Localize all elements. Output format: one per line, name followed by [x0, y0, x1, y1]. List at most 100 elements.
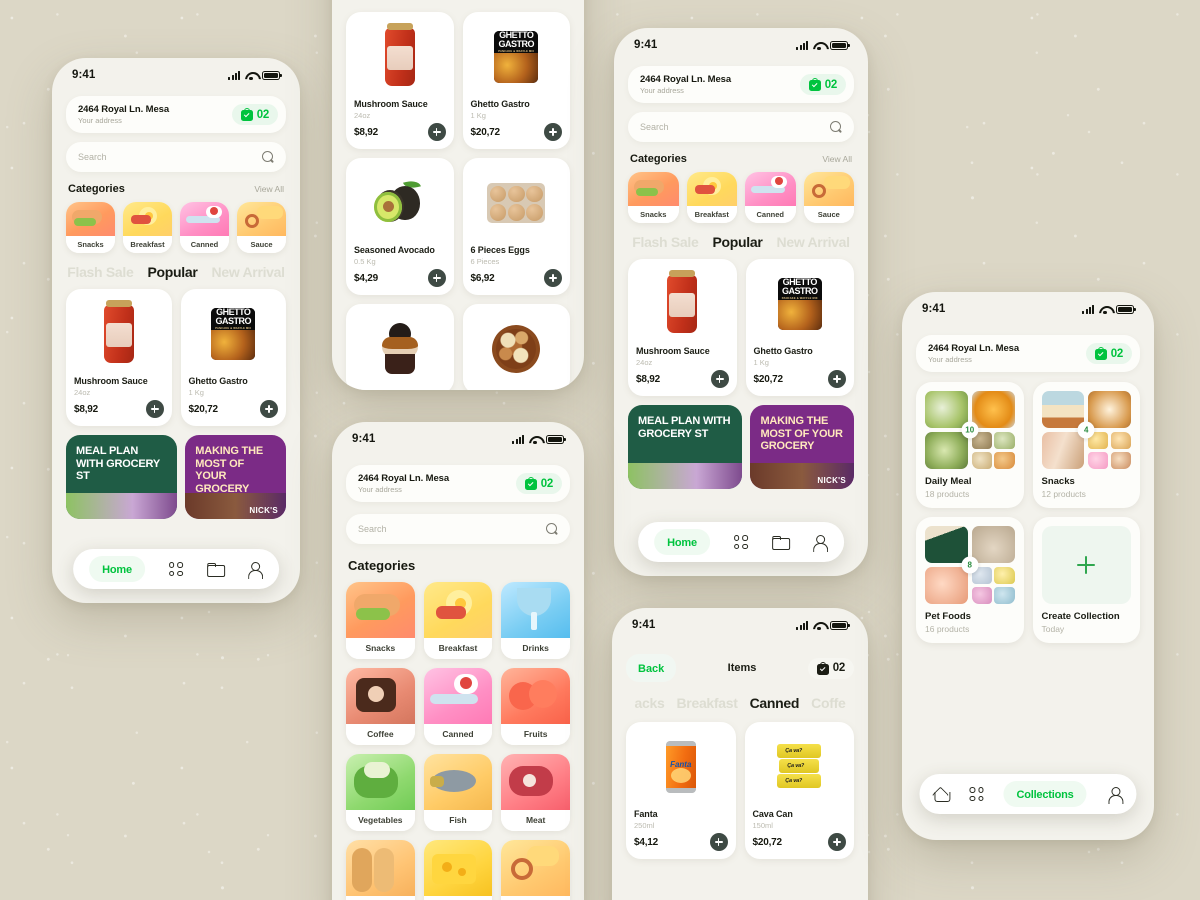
category-tile-breakfast[interactable]: Breakfast [123, 202, 172, 253]
category-tile-fruits[interactable]: Fruits [501, 668, 570, 745]
promo-banner-meal-plan[interactable]: MEAL PLAN WITH GROCERY ST [628, 405, 743, 489]
home-icon[interactable] [933, 786, 951, 802]
category-tile-drinks[interactable]: Drinks [501, 582, 570, 659]
category-tile-sauce[interactable]: Sauce [501, 840, 570, 900]
product-card[interactable]: Fanta Fanta 250ml $4,12 [626, 722, 736, 859]
tab-flash-sale[interactable]: Flash Sale [67, 264, 134, 280]
nav-item-home[interactable]: Home [89, 556, 145, 582]
add-to-cart-button[interactable] [544, 269, 562, 287]
product-card[interactable]: Mushroom Sauce 24oz $8,92 [346, 12, 454, 149]
nav-item-collections[interactable]: Collections [1003, 781, 1087, 807]
add-to-cart-button[interactable] [427, 123, 446, 141]
cart-button[interactable]: 02 [1085, 343, 1132, 364]
category-tile-cheese[interactable]: Cheese [423, 840, 493, 900]
category-tile-canned[interactable]: Canned [423, 668, 493, 745]
add-to-cart-button[interactable] [427, 269, 446, 287]
category-tile-canned[interactable]: Canned [180, 202, 229, 253]
add-to-cart-button[interactable] [828, 833, 846, 851]
category-tile-snacks[interactable]: Snacks [346, 582, 415, 659]
add-to-cart-button[interactable] [544, 123, 562, 141]
category-tile-snacks[interactable]: Snacks [628, 172, 679, 223]
promo-banner-meal-plan[interactable]: MEAL PLAN WITH GROCERY ST [66, 435, 178, 519]
ghetto-gastro-can-icon: GHETTO GASTRO PANCAKE & WAFFLE MIX [494, 31, 539, 83]
canned-icon [180, 202, 229, 236]
grid-icon[interactable] [168, 562, 183, 576]
address-bar[interactable]: 2464 Royal Ln. Mesa Your address 02 [346, 465, 570, 502]
promo-banner-grocery[interactable]: MAKING THE MOST OF YOUR GROCERY NICK'S [185, 435, 286, 519]
tab-popular[interactable]: Popular [148, 264, 198, 280]
grid-icon[interactable] [969, 787, 984, 801]
tab-new-arrival[interactable]: New Arrival [777, 234, 851, 250]
promo-brand: NICK'S [817, 476, 846, 485]
tab-canned[interactable]: Canned [750, 695, 800, 711]
search-icon[interactable] [830, 121, 842, 133]
product-card[interactable] [462, 304, 570, 390]
product-card[interactable]: Mushroom Sauce 24oz $8,92 [628, 259, 737, 396]
category-tile-sauce[interactable]: Sauce [803, 172, 854, 223]
collection-card[interactable]: 8 Pet Foods 16 products [916, 517, 1024, 643]
nav-item-home[interactable]: Home [654, 529, 710, 555]
category-tile-fish[interactable]: Fish [423, 754, 493, 831]
add-to-cart-button[interactable] [145, 400, 164, 418]
tab-snacks[interactable]: acks [635, 695, 665, 711]
user-icon[interactable] [812, 534, 829, 552]
category-tile-sauce[interactable]: Sauce [237, 202, 286, 253]
tab-flash-sale[interactable]: Flash Sale [632, 234, 699, 250]
product-card[interactable]: GHETTO GASTRO PANCAKE & WAFFLE MIX Ghett… [180, 289, 286, 426]
category-tile-breakfast[interactable]: Breakfast [423, 582, 493, 659]
product-card[interactable]: Mushroom Sauce 24oz $8,92 [66, 289, 172, 426]
category-tile-coffee[interactable]: Coffee [346, 668, 415, 745]
cart-button[interactable]: 02 [799, 74, 846, 95]
promo-banner-grocery[interactable]: MAKING THE MOST OF YOUR GROCERY NICK'S [750, 405, 854, 489]
category-tile-vegetables[interactable]: Vegetables [346, 754, 415, 831]
search-input[interactable]: Search [346, 514, 570, 544]
bottom-navigation: Home [73, 549, 279, 589]
product-card[interactable]: Ça va? Ça va? Ça va? Cava Can 150ml $20,… [744, 722, 854, 859]
category-tile-canned[interactable]: Canned [745, 172, 796, 223]
address-bar[interactable]: 2464 Royal Ln. Mesa Your address 02 [66, 96, 286, 133]
search-icon[interactable] [546, 523, 558, 535]
product-card[interactable]: GHETTO GASTRO PANCAKE & WAFFLE MIX Ghett… [462, 12, 570, 149]
product-card[interactable]: 6 Pieces Eggs 6 Pieces $6,92 [462, 158, 570, 295]
add-to-cart-button[interactable] [828, 370, 846, 388]
folder-icon[interactable] [206, 561, 225, 577]
create-collection-card[interactable]: Create Collection Today [1032, 517, 1140, 643]
category-tile-snacks[interactable]: Snacks [66, 202, 115, 253]
folder-icon[interactable] [771, 534, 790, 550]
cart-button[interactable]: 02 [231, 104, 278, 125]
tab-new-arrival[interactable]: New Arrival [212, 264, 286, 280]
view-all-link[interactable]: View All [822, 154, 852, 164]
category-tile-bread[interactable]: Bread [346, 840, 415, 900]
address-bar[interactable]: 2464 Royal Ln. Mesa Your address 02 [628, 66, 854, 103]
category-label: Fish [423, 810, 493, 831]
address-bar[interactable]: 2464 Royal Ln. Mesa Your address 02 [916, 335, 1140, 372]
collection-card[interactable]: 4 Snacks 12 products [1032, 382, 1140, 508]
view-all-link[interactable]: View All [254, 184, 284, 194]
product-size: 24oz [354, 111, 371, 120]
category-tile-meat[interactable]: Meat [501, 754, 570, 831]
snacks-icon [66, 202, 115, 236]
add-to-cart-button[interactable] [260, 400, 278, 418]
search-input[interactable]: Search [628, 112, 854, 142]
tab-coffee[interactable]: Coffe [811, 695, 846, 711]
back-button[interactable]: Back [626, 654, 677, 682]
product-card[interactable]: Seasoned Avocado 0.5 Kg $4,29 [346, 158, 454, 295]
cart-button[interactable]: 02 [515, 473, 562, 494]
search-input[interactable]: Search [66, 142, 286, 172]
product-card[interactable] [346, 304, 454, 390]
cart-button[interactable]: 02 [807, 657, 854, 679]
search-icon[interactable] [262, 151, 274, 163]
category-tile-breakfast[interactable]: Breakfast [686, 172, 737, 223]
can-line2: GASTRO [498, 38, 534, 49]
grid-icon[interactable] [733, 535, 748, 549]
product-card[interactable]: GHETTO GASTRO PANCAKE & WAFFLE MIX Ghett… [745, 259, 854, 396]
user-icon[interactable] [247, 561, 264, 579]
add-to-cart-button[interactable] [709, 833, 728, 851]
user-icon[interactable] [1107, 786, 1124, 804]
tab-popular[interactable]: Popular [713, 234, 763, 250]
add-to-cart-button[interactable] [710, 370, 729, 388]
collection-card[interactable]: 10 Daily Meal 18 products [916, 382, 1024, 508]
create-collection-box[interactable] [1041, 526, 1131, 604]
product-size: 150ml [752, 821, 773, 830]
tab-breakfast[interactable]: Breakfast [677, 695, 738, 711]
